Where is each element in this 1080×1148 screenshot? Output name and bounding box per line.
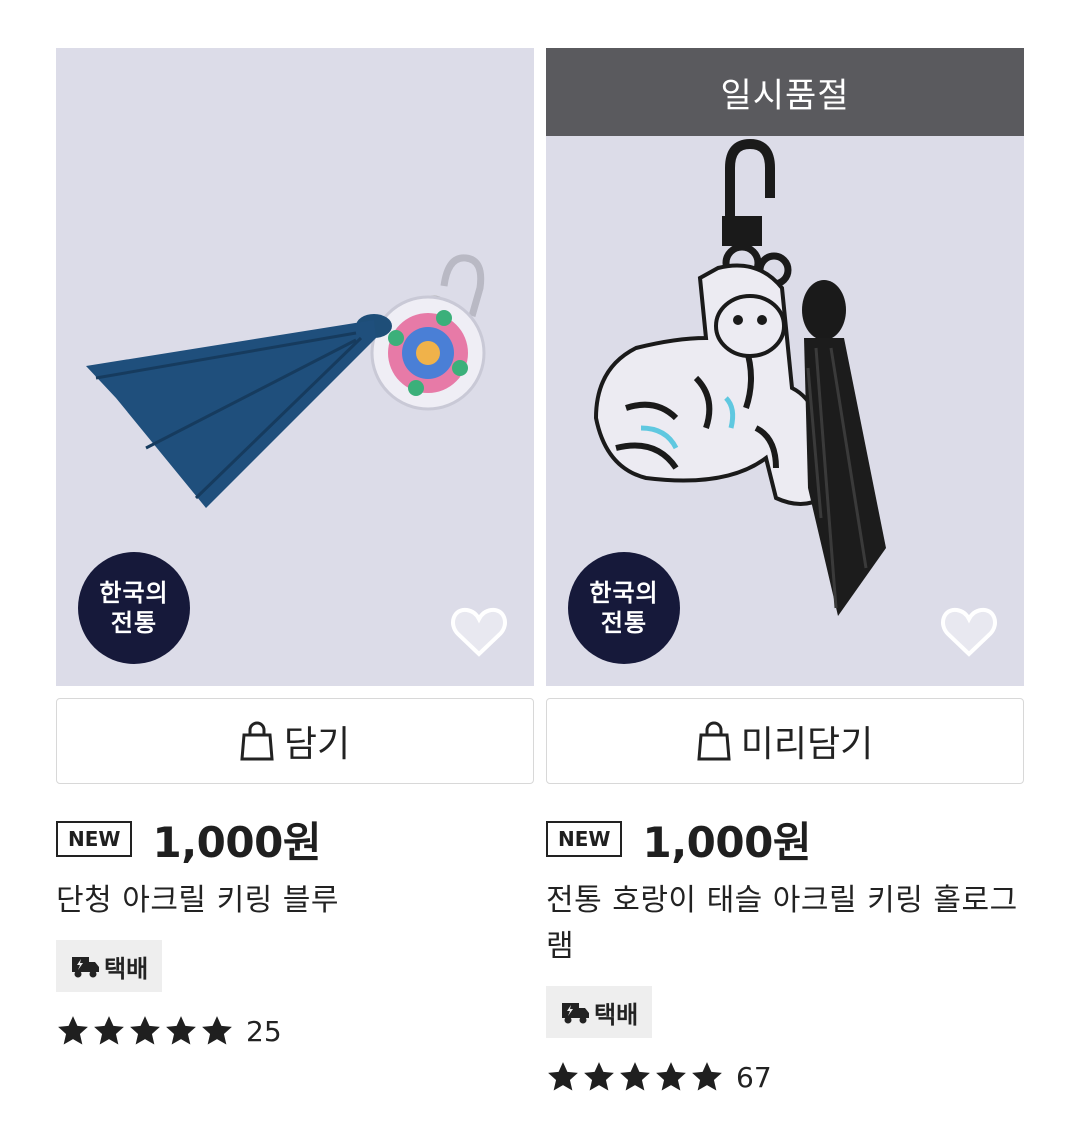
product-card[interactable]: 일시품절 한국의 전통 미리담기 NEW 1,000원 전통 호랑이 태슬 아크…: [546, 48, 1024, 1094]
brand-logo-badge: 한국의 전통: [78, 552, 190, 664]
star-rating: [546, 1060, 724, 1094]
review-count: 25: [246, 1014, 282, 1048]
price-row: NEW 1,000원: [56, 814, 534, 867]
star-icon: [584, 1062, 614, 1091]
new-badge: NEW: [546, 821, 623, 857]
add-to-cart-button[interactable]: 담기: [56, 698, 534, 784]
product-title[interactable]: 단청 아크릴 키링 블루: [56, 878, 534, 924]
shipping-badge: 택배: [546, 986, 653, 1038]
brand-logo-badge: 한국의 전통: [568, 552, 680, 664]
brand-badge-line2: 전통: [110, 608, 158, 637]
shopping-bag-icon: [240, 721, 274, 761]
review-count: 67: [736, 1060, 772, 1094]
price-row: NEW 1,000원: [546, 814, 1024, 867]
star-rating: [56, 1014, 234, 1048]
product-image[interactable]: 일시품절 한국의 전통: [546, 48, 1024, 686]
delivery-truck-icon: [72, 957, 99, 978]
shopping-bag-icon: [697, 721, 731, 761]
cart-button-label: 담기: [283, 724, 351, 765]
star-icon: [692, 1062, 722, 1091]
wishlist-heart-icon[interactable]: [940, 606, 998, 658]
star-icon: [130, 1016, 160, 1045]
product-title[interactable]: 전통 호랑이 태슬 아크릴 키링 홀로그램: [546, 878, 1024, 970]
star-icon: [166, 1016, 196, 1045]
brand-badge-line2: 전통: [600, 608, 648, 637]
rating-row: 67: [546, 1060, 1024, 1094]
star-icon: [202, 1016, 232, 1045]
star-icon: [548, 1062, 578, 1091]
product-price: 1,000원: [152, 817, 321, 867]
star-icon: [656, 1062, 686, 1091]
product-price: 1,000원: [642, 817, 811, 867]
pre-add-to-cart-button[interactable]: 미리담기: [546, 698, 1024, 784]
cart-button-label: 미리담기: [740, 724, 874, 765]
wishlist-heart-icon[interactable]: [450, 606, 508, 658]
brand-badge-line1: 한국의: [99, 578, 169, 607]
new-badge: NEW: [56, 821, 133, 857]
brand-badge-line1: 한국의: [589, 578, 659, 607]
star-icon: [94, 1016, 124, 1045]
shipping-badge: 택배: [56, 940, 163, 992]
sold-out-banner: 일시품절: [546, 48, 1024, 136]
delivery-truck-icon: [562, 1003, 589, 1024]
shipping-label: 택배: [594, 1000, 639, 1029]
rating-row: 25: [56, 1014, 534, 1048]
shipping-label: 택배: [104, 954, 149, 983]
product-card[interactable]: 한국의 전통 담기 NEW 1,000원 단청 아크릴 키링 블루 택배 25: [56, 48, 534, 1048]
star-icon: [58, 1016, 88, 1045]
star-icon: [620, 1062, 650, 1091]
product-image[interactable]: 한국의 전통: [56, 48, 534, 686]
